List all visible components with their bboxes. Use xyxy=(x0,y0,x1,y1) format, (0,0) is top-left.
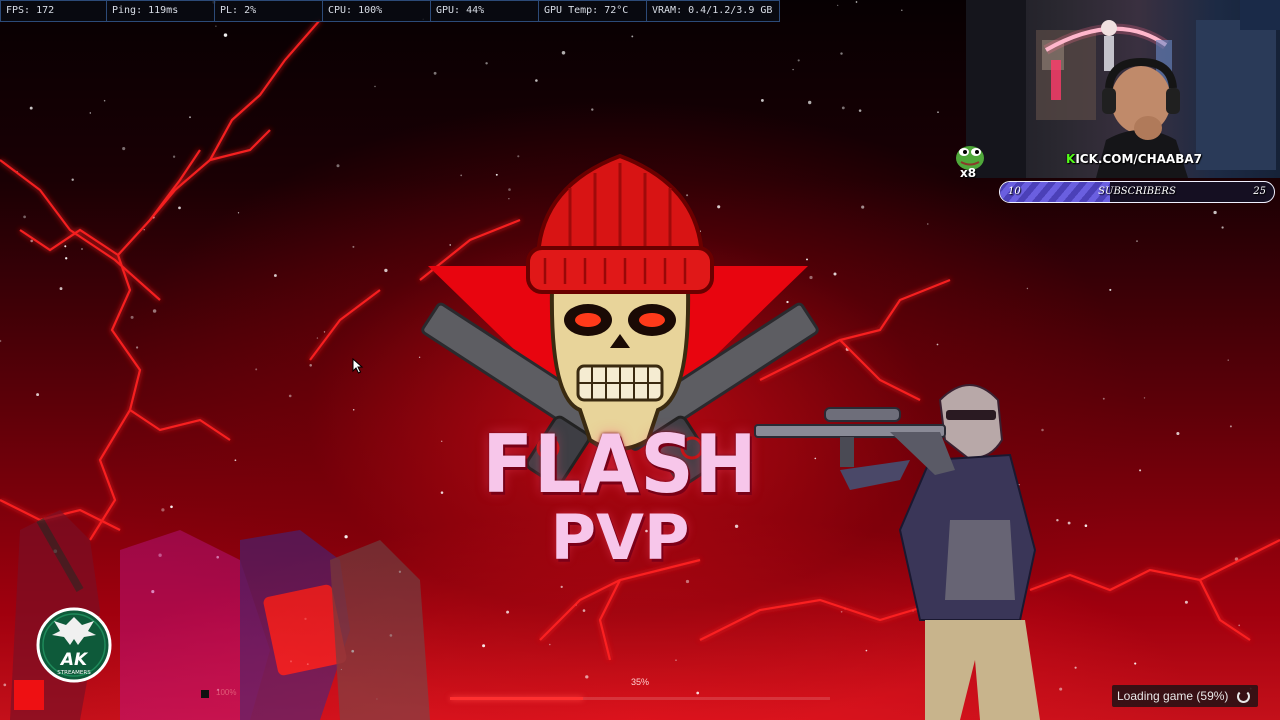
gpu-temp-readout: GPU Temp: 72°C xyxy=(539,0,647,22)
load-progress-fill xyxy=(450,697,583,700)
loading-spinner-icon xyxy=(1237,690,1251,703)
kick-url-text: ICK.COM/CHAABA7 xyxy=(1075,152,1202,166)
subscriber-goal-current: 10 xyxy=(1008,186,1021,197)
badge-sub-text: STREAMERS xyxy=(57,670,91,676)
loading-status: Loading game (59%) xyxy=(1112,685,1259,707)
subscriber-goal-label: SUBSCRIBERS xyxy=(1098,186,1176,197)
sniper-rifle xyxy=(754,407,955,475)
mouse-cursor-icon xyxy=(352,358,364,374)
badge-main-text: AK xyxy=(59,650,89,670)
faint-percent-label: 100% xyxy=(216,688,237,697)
kick-k-letter: K xyxy=(1066,152,1076,166)
beanie xyxy=(526,153,714,294)
ping-readout: Ping: 119ms xyxy=(107,0,215,22)
gpu-readout: GPU: 44% xyxy=(431,0,539,22)
cpu-readout: CPU: 100% xyxy=(323,0,431,22)
subscriber-goal-bar: SUBSCRIBERS 10 25 xyxy=(999,181,1275,203)
performance-overlay: FPS: 172 Ping: 119ms PL: 2% CPU: 100% GP… xyxy=(0,0,780,22)
black-square-marker xyxy=(201,690,209,698)
soldier-character xyxy=(754,384,1040,720)
load-percent-label: 35% xyxy=(630,677,649,687)
emote-count: x8 xyxy=(960,166,977,180)
red-square-marker xyxy=(14,680,44,710)
subscriber-goal-target: 25 xyxy=(1253,186,1266,197)
packet-loss-readout: PL: 2% xyxy=(215,0,323,22)
kick-channel-url: KICK.COM/CHAABA7 xyxy=(1066,152,1202,166)
fps-readout: FPS: 172 xyxy=(0,0,107,22)
ak-streamers-badge: AK STREAMERS xyxy=(36,607,112,683)
load-progress-track xyxy=(450,697,830,700)
vram-readout: VRAM: 0.4/1.2/3.9 GB xyxy=(647,0,780,22)
loading-status-text: Loading game (59%) xyxy=(1117,689,1229,703)
